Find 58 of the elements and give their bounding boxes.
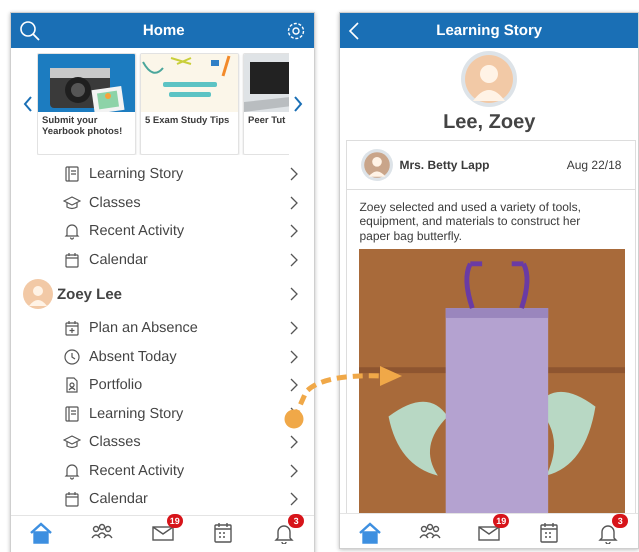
avatar-icon — [361, 149, 394, 181]
home-icon[interactable] — [358, 522, 382, 544]
chevron-right-icon[interactable] — [293, 96, 303, 112]
settings-icon[interactable] — [286, 20, 306, 40]
screen-title: Home — [142, 22, 186, 39]
menu-item[interactable]: Portfolio — [11, 371, 314, 400]
screen-title: Learning Story — [435, 22, 544, 39]
chevron-right-icon — [290, 492, 298, 506]
menu-item[interactable]: Recent Activity — [11, 217, 314, 246]
chevron-right-icon — [290, 167, 298, 182]
book-icon — [63, 165, 81, 184]
menu-item[interactable]: Plan an Absence — [11, 314, 314, 342]
chevron-right-icon — [290, 321, 298, 336]
menu-item[interactable]: Classes — [11, 188, 314, 217]
child-name: Lee, Zoey — [443, 111, 536, 134]
calendar-icon — [63, 490, 81, 508]
notification-count: 19 — [493, 514, 510, 528]
chevron-right-icon — [290, 287, 298, 301]
author-name: Mrs. Betty Lapp — [399, 158, 490, 172]
chevron-right-icon — [290, 224, 298, 238]
card-caption: Submit your Yearbook photos! — [41, 114, 124, 139]
chevron-right-icon — [290, 435, 298, 450]
notification-count: 19 — [166, 514, 183, 528]
notification-count: 3 — [612, 514, 628, 528]
chevron-right-icon — [290, 350, 298, 364]
chevron-left-icon[interactable] — [23, 96, 33, 112]
card-caption: 5 Exam Study Tips — [144, 114, 230, 128]
chevron-right-icon — [290, 196, 298, 210]
menu-item[interactable]: Absent Today — [11, 342, 314, 371]
calendar-plus-icon — [63, 319, 81, 338]
menu-item[interactable]: Learning Story — [11, 400, 314, 428]
notification-count: 3 — [288, 514, 304, 528]
news-card[interactable]: Peer Tut — [243, 53, 289, 155]
news-card[interactable]: Submit your Yearbook photos! — [37, 53, 136, 155]
avatar-icon — [23, 279, 53, 309]
calendar-icon — [63, 250, 81, 269]
menu-item[interactable]: Recent Activity — [11, 456, 314, 485]
book-icon — [63, 404, 81, 423]
search-icon[interactable] — [19, 20, 41, 42]
menu-item[interactable]: Classes — [11, 428, 314, 456]
chevron-right-icon — [290, 252, 298, 267]
home-icon[interactable] — [29, 522, 54, 544]
chevron-right-icon — [290, 464, 298, 478]
news-card[interactable]: 5 Exam Study Tips — [140, 53, 239, 155]
clock-icon — [63, 348, 81, 366]
graduation-cap-icon — [63, 194, 81, 212]
menu-item[interactable]: Calendar — [11, 246, 314, 274]
back-icon[interactable] — [348, 20, 360, 40]
menu-item[interactable]: Learning Story — [11, 160, 314, 188]
bell-icon — [63, 462, 81, 480]
bell-icon — [63, 222, 81, 240]
card-caption: Peer Tut — [247, 114, 286, 128]
child-row[interactable]: Zoey Lee — [11, 274, 314, 314]
story-text: Zoey selected and used a variety of tools, equipment, and materials to construct her paper bag butterfly. — [358, 199, 582, 245]
story-date: Aug 22/18 — [566, 158, 622, 172]
menu-item[interactable]: Calendar — [11, 485, 314, 514]
avatar-icon — [461, 51, 518, 107]
chevron-right-icon — [290, 378, 298, 392]
